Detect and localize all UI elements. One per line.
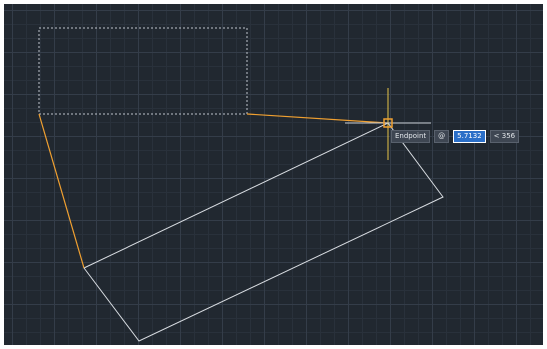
rubber-band-line-top bbox=[246, 113, 389, 124]
length-input-field[interactable]: 5.7132 bbox=[453, 130, 486, 143]
relative-coordinate-symbol: @ bbox=[434, 130, 450, 143]
grid-major bbox=[4, 4, 543, 345]
dynamic-input-tooltip: Endpoint @ 5.7132 < 356 bbox=[391, 130, 520, 143]
snap-type-label: Endpoint bbox=[391, 130, 431, 143]
rubber-band-line-left bbox=[38, 113, 85, 269]
rotated-rectangle[interactable] bbox=[83, 122, 444, 342]
drawing-canvas[interactable]: Endpoint @ 5.7132 < 356 bbox=[4, 4, 543, 345]
dashed-source-rectangle[interactable] bbox=[38, 27, 248, 115]
drawing-svg[interactable] bbox=[4, 4, 543, 345]
grid-minor bbox=[4, 4, 543, 345]
angle-input-field[interactable]: < 356 bbox=[489, 130, 520, 143]
